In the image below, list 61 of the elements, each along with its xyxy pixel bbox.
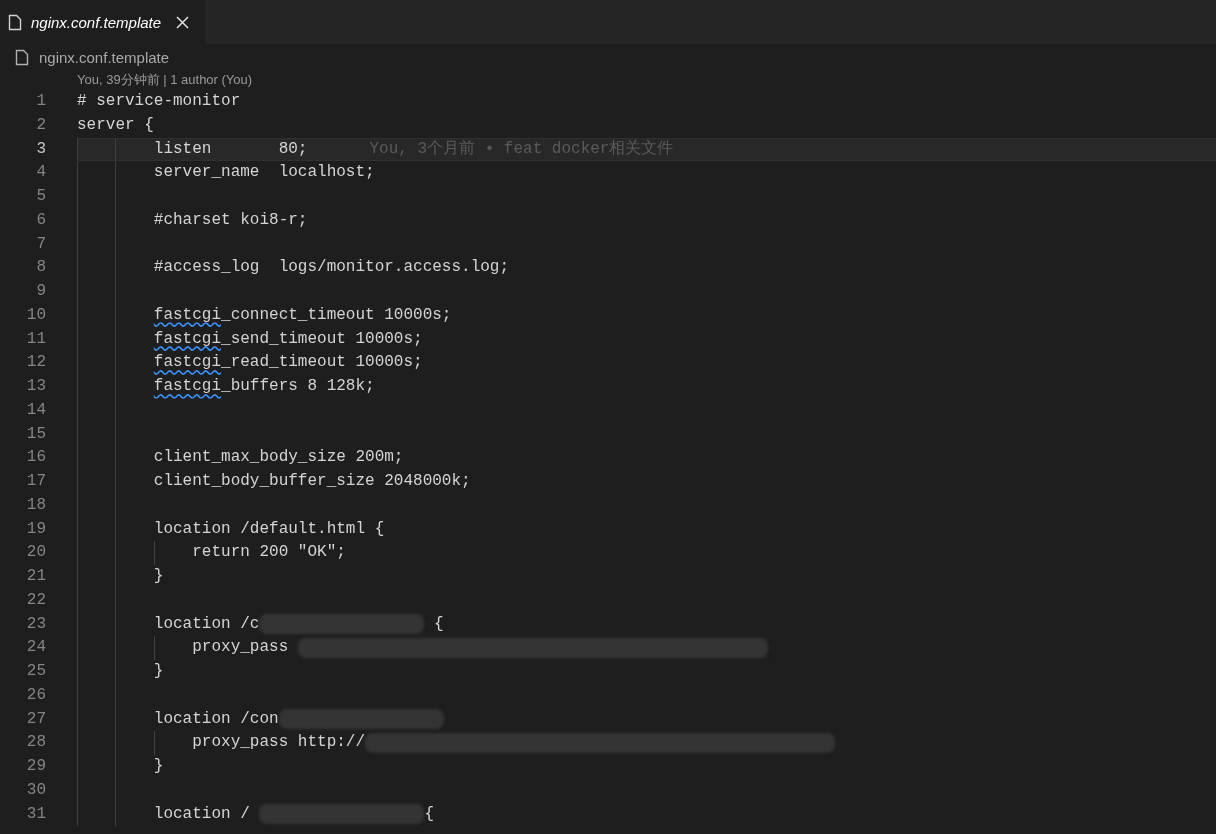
code-text: { [424, 803, 435, 825]
line-number: 15 [25, 423, 46, 445]
line-number: 30 [25, 779, 46, 801]
line-number: 6 [35, 209, 46, 231]
code-line: } [152, 566, 164, 587]
code-line: fastcgi_read_timeout 10000s; [152, 352, 423, 374]
line-number: 22 [25, 589, 46, 611]
close-icon[interactable] [176, 15, 190, 29]
line-number: 21 [25, 566, 46, 587]
code-line: server { [77, 114, 154, 136]
line-number: 26 [25, 684, 46, 706]
line-number: 12 [25, 352, 46, 374]
code-line: fastcgi_send_timeout 10000s; [152, 328, 423, 350]
code-line: return 200 "OK"; [191, 542, 346, 564]
line-number: 14 [25, 399, 46, 421]
code-line: } [152, 756, 164, 777]
line-number: 3 [35, 138, 46, 160]
breadcrumb-item[interactable]: nginx.conf.template [39, 48, 170, 66]
code-line: fastcgi_connect_timeout 10000s; [152, 304, 452, 326]
code-text: location /con [152, 708, 279, 730]
line-number: 27 [25, 708, 46, 730]
code-text: location / [152, 803, 251, 825]
line-number: 23 [25, 613, 46, 635]
code-text: proxy_pass [191, 637, 290, 659]
line-number: 8 [35, 257, 46, 279]
line-number: 4 [35, 162, 46, 184]
line-number: 19 [25, 518, 46, 540]
code-text: location /c [152, 613, 260, 635]
code-line: } [152, 661, 164, 682]
line-number: 10 [25, 304, 46, 326]
code-line: location /default.html { [152, 518, 385, 540]
line-number: 20 [25, 542, 46, 564]
code-line: listen 80; [152, 138, 308, 160]
file-icon [8, 13, 22, 31]
line-number: 29 [25, 756, 46, 777]
line-number: 18 [25, 494, 46, 516]
line-number: 9 [35, 281, 46, 302]
editor-tab[interactable]: nginx.conf.template [0, 0, 206, 44]
line-number: 1 [35, 91, 46, 112]
line-number: 25 [25, 661, 46, 682]
line-number: 28 [25, 732, 46, 754]
line-number: 5 [35, 186, 46, 207]
line-number: 17 [25, 471, 46, 492]
code-text: proxy_pass http:// [191, 732, 366, 754]
code-line: client_max_body_size 200m; [152, 447, 404, 469]
line-number: 31 [25, 803, 46, 825]
line-number: 16 [25, 447, 46, 469]
code-text: { [433, 613, 444, 635]
file-icon [15, 48, 29, 66]
codelens-text[interactable]: You, 39分钟前 | 1 author (You) [77, 72, 253, 87]
code-line: # service-monitor [77, 91, 241, 112]
code-line: #charset koi8-r; [152, 209, 308, 231]
code-line: server_name localhost; [152, 162, 375, 184]
line-number: 13 [25, 376, 46, 397]
code-line: #access_log logs/monitor.access.log; [152, 257, 510, 279]
code-line: client_body_buffer_size 2048000k; [152, 471, 471, 492]
code-line: fastcgi_buffers 8 128k; [152, 376, 375, 397]
line-number: 2 [35, 114, 46, 136]
line-number: 7 [35, 233, 46, 255]
line-number: 11 [25, 328, 46, 350]
line-number: 24 [25, 637, 46, 659]
